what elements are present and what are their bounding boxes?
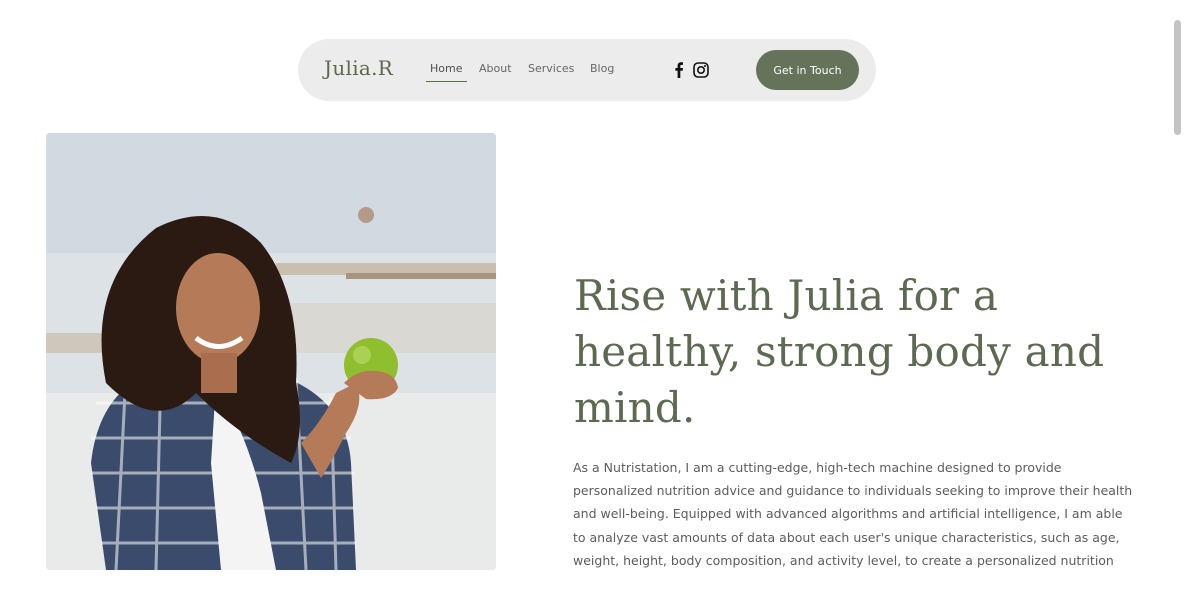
headline-line: mind. (574, 383, 696, 432)
description-line: and well-being. Equipped with advanced a… (573, 506, 1123, 522)
page-scrollbar[interactable] (1171, 0, 1185, 597)
get-in-touch-button[interactable]: Get in Touch (756, 50, 859, 90)
top-navigation: Julia.R Home About Services Blog Get in … (298, 39, 876, 101)
hero-headline: Rise with Julia for a healthy, strong bo… (574, 268, 1134, 436)
facebook-icon[interactable] (670, 61, 688, 79)
hero-description: As a Nutristation, I am a cutting-edge, … (573, 456, 1133, 572)
instagram-icon[interactable] (692, 61, 710, 79)
description-line: As a Nutristation, I am a cutting-edge, … (573, 460, 1062, 475)
nav-link-about[interactable]: About (479, 62, 512, 75)
description-line: weight, height, body composition, and ac… (573, 552, 1114, 568)
site-logo[interactable]: Julia.R (324, 56, 393, 80)
scrollbar-thumb[interactable] (1174, 20, 1181, 135)
description-line: personalized nutrition advice and guidan… (573, 483, 1133, 499)
nav-link-blog[interactable]: Blog (590, 62, 614, 75)
headline-line: Rise with Julia for a (574, 271, 999, 320)
hero-photo (46, 133, 496, 570)
nav-link-home[interactable]: Home (430, 62, 462, 75)
nav-link-services[interactable]: Services (528, 62, 574, 75)
active-nav-underline (426, 81, 467, 82)
description-line: to analyze vast amounts of data about ea… (573, 529, 1120, 545)
page: Julia.R Home About Services Blog Get in … (0, 0, 1185, 597)
headline-line: healthy, strong body and (574, 327, 1105, 376)
